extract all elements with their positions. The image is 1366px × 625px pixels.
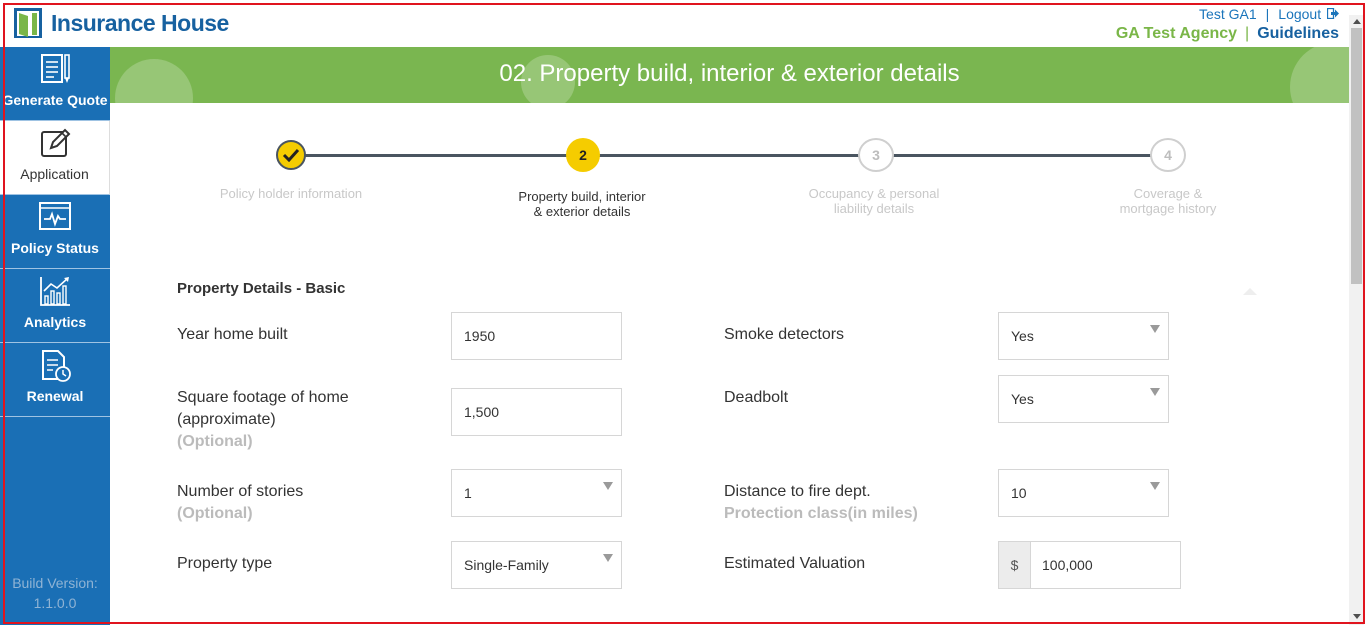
property-type-label: Property type bbox=[177, 555, 273, 572]
square-footage-input[interactable]: 1,500 bbox=[451, 388, 622, 436]
scroll-down-icon[interactable] bbox=[1353, 614, 1361, 619]
smoke-detectors-select[interactable]: Yes bbox=[998, 312, 1169, 360]
deadbolt-select[interactable]: Yes bbox=[998, 375, 1169, 423]
step-2-number: 2 bbox=[579, 147, 587, 163]
smoke-detectors-label: Smoke detectors bbox=[724, 326, 845, 343]
guidelines-link[interactable]: Guidelines bbox=[1257, 25, 1339, 42]
year-built-input[interactable]: 1950 bbox=[451, 312, 622, 360]
stepper-track bbox=[291, 154, 1168, 157]
chevron-down-icon bbox=[603, 554, 613, 562]
sidebar-item-label: Application bbox=[20, 166, 89, 182]
edit-icon bbox=[40, 128, 70, 157]
valuation-label: Estimated Valuation bbox=[724, 555, 866, 572]
sidebar-item-generate-quote[interactable]: Generate Quote bbox=[0, 47, 110, 121]
smoke-detectors-value: Yes bbox=[1011, 328, 1034, 344]
sidebar-item-renewal[interactable]: Renewal bbox=[0, 343, 110, 417]
chevron-down-icon bbox=[603, 482, 613, 490]
page-scrollbar[interactable] bbox=[1349, 15, 1364, 625]
page-banner: 02. Property build, interior & exterior … bbox=[110, 47, 1349, 103]
step-2-label: Property build, interior & exterior deta… bbox=[497, 189, 667, 219]
user-links: Test GA1 | Logout bbox=[1199, 6, 1339, 22]
build-version-label: Build Version: bbox=[12, 575, 98, 591]
scroll-up-icon[interactable] bbox=[1353, 19, 1361, 24]
section-title: Property Details - Basic bbox=[177, 280, 346, 297]
agency-name[interactable]: GA Test Agency bbox=[1116, 25, 1237, 42]
step-3-badge[interactable]: 3 bbox=[858, 138, 894, 172]
stories-value: 1 bbox=[464, 485, 472, 501]
fire-dept-label-text: Distance to fire dept. bbox=[724, 483, 871, 500]
property-type-value: Single-Family bbox=[464, 557, 549, 573]
fire-dept-value: 10 bbox=[1011, 485, 1027, 501]
sidebar-item-application[interactable]: Application bbox=[0, 121, 110, 195]
year-built-label: Year home built bbox=[177, 326, 288, 343]
scrollbar-thumb[interactable] bbox=[1351, 28, 1362, 284]
door-logo-icon bbox=[13, 7, 43, 39]
currency-addon: $ bbox=[998, 541, 1031, 589]
property-type-select[interactable]: Single-Family bbox=[451, 541, 622, 589]
sidebar: Generate Quote Application Policy Status… bbox=[0, 47, 110, 625]
document-pen-icon bbox=[41, 54, 70, 83]
step-4-number: 4 bbox=[1164, 147, 1172, 163]
logo[interactable]: Insurance House bbox=[13, 7, 229, 39]
square-footage-label-line2: (approximate) bbox=[177, 411, 276, 428]
sidebar-item-analytics[interactable]: Analytics bbox=[0, 269, 110, 343]
bar-chart-icon bbox=[40, 277, 70, 306]
deadbolt-value: Yes bbox=[1011, 391, 1034, 407]
stories-label-text: Number of stories bbox=[177, 483, 304, 500]
agency-separator: | bbox=[1245, 25, 1250, 42]
pulse-monitor-icon bbox=[39, 202, 71, 230]
sidebar-item-label: Generate Quote bbox=[2, 92, 108, 108]
step-3-label: Occupancy & personal liability details bbox=[789, 186, 959, 216]
valuation-input[interactable]: 100,000 bbox=[1030, 541, 1181, 589]
step-4-badge[interactable]: 4 bbox=[1150, 138, 1186, 172]
valuation-value: 100,000 bbox=[1042, 557, 1093, 573]
optional-tag: (Optional) bbox=[177, 505, 253, 522]
step-label-line: Policy holder information bbox=[219, 186, 363, 201]
sidebar-item-label: Renewal bbox=[26, 388, 84, 404]
deadbolt-label: Deadbolt bbox=[724, 389, 789, 406]
optional-tag: (Optional) bbox=[177, 433, 253, 450]
sidebar-item-label: Policy Status bbox=[11, 240, 99, 256]
step-label-line: & exterior details bbox=[533, 204, 631, 219]
user-name-link[interactable]: Test GA1 bbox=[1199, 6, 1257, 22]
brand-name: Insurance House bbox=[51, 9, 229, 36]
square-footage-label-line1: Square footage of home bbox=[177, 389, 349, 406]
document-clock-icon bbox=[42, 350, 71, 382]
separator: | bbox=[1265, 6, 1270, 22]
logout-label: Logout bbox=[1278, 6, 1322, 22]
step-label-line: mortgage history bbox=[1119, 201, 1217, 216]
page-title: 02. Property build, interior & exterior … bbox=[499, 60, 960, 87]
build-version: Build Version: 1.1.0.0 bbox=[0, 573, 110, 613]
fire-dept-label: Distance to fire dept. Protection class(… bbox=[724, 481, 918, 525]
step-label-line: Property build, interior bbox=[518, 189, 646, 204]
step-1-label: Policy holder information bbox=[206, 186, 376, 201]
chevron-down-icon bbox=[1150, 388, 1160, 396]
step-2-current-badge[interactable]: 2 bbox=[566, 138, 600, 172]
stories-label: Number of stories (Optional) bbox=[177, 481, 303, 525]
check-icon bbox=[282, 148, 300, 162]
square-footage-label: Square footage of home (approximate) (Op… bbox=[177, 387, 349, 453]
logout-icon bbox=[1326, 7, 1339, 20]
chevron-down-icon bbox=[1150, 482, 1160, 490]
step-label-line: liability details bbox=[833, 201, 915, 216]
logout-link[interactable]: Logout bbox=[1278, 6, 1339, 22]
stories-select[interactable]: 1 bbox=[451, 469, 622, 517]
fire-dept-sublabel: Protection class(in miles) bbox=[724, 505, 918, 522]
step-4-label: Coverage & mortgage history bbox=[1083, 186, 1253, 216]
step-label-line: Coverage & bbox=[1133, 186, 1203, 201]
build-version-number: 1.1.0.0 bbox=[33, 595, 77, 611]
square-footage-value: 1,500 bbox=[464, 404, 500, 420]
step-3-number: 3 bbox=[872, 147, 880, 163]
sidebar-item-policy-status[interactable]: Policy Status bbox=[0, 195, 110, 269]
chevron-down-icon bbox=[1150, 325, 1160, 333]
collapse-caret-icon[interactable] bbox=[1243, 288, 1257, 295]
fire-dept-select[interactable]: 10 bbox=[998, 469, 1169, 517]
sidebar-item-label: Analytics bbox=[23, 314, 87, 330]
step-1-complete-badge[interactable] bbox=[276, 140, 306, 170]
step-label-line: Occupancy & personal bbox=[808, 186, 940, 201]
agency-row: GA Test Agency | Guidelines bbox=[1116, 25, 1339, 43]
year-built-value: 1950 bbox=[464, 328, 496, 344]
